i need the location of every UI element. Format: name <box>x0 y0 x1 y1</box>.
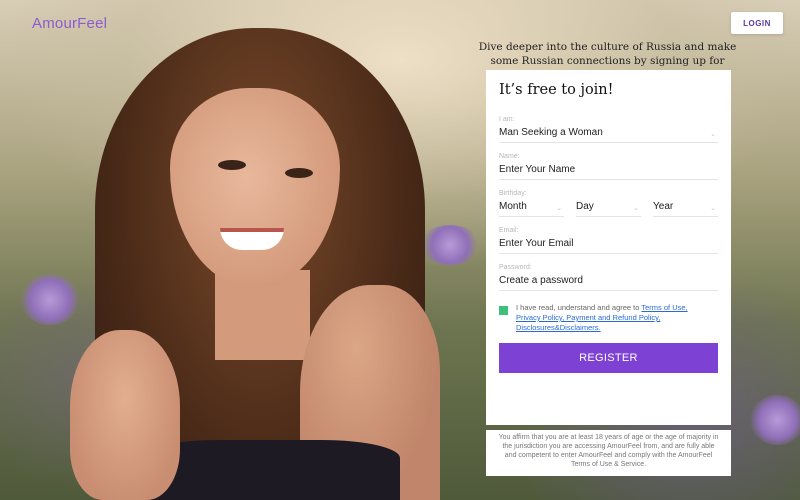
iam-select[interactable]: Man Seeking a Woman ⌄ <box>499 126 718 143</box>
birthday-year-select[interactable]: Year ⌄ <box>653 200 718 217</box>
flower-decoration <box>20 275 80 325</box>
name-input[interactable]: Enter Your Name <box>499 163 718 180</box>
disclosures-link[interactable]: Disclosures&Disclaimers. <box>516 323 601 332</box>
email-field[interactable]: Email: Enter Your Email <box>499 227 718 254</box>
iam-field[interactable]: I am: Man Seeking a Woman ⌄ <box>499 116 718 143</box>
iam-value: Man Seeking a Woman <box>499 127 603 138</box>
terms-agreement: I have read, understand and agree to Ter… <box>499 303 718 333</box>
email-label: Email: <box>499 227 519 234</box>
terms-prefix: I have read, understand and agree to <box>516 303 642 312</box>
password-input[interactable]: Create a password <box>499 274 718 291</box>
form-title: It’s free to join! <box>499 82 614 98</box>
birthday-label: Birthday: <box>499 190 527 197</box>
flower-decoration <box>420 225 480 265</box>
birthday-month-select[interactable]: Month ⌄ <box>499 200 564 217</box>
chevron-down-icon: ⌄ <box>710 205 716 212</box>
birthday-day-select[interactable]: Day ⌄ <box>576 200 641 217</box>
terms-of-use-link[interactable]: Terms of Use, <box>641 303 687 312</box>
chevron-down-icon: ⌄ <box>556 205 562 212</box>
woman-eye <box>285 168 313 178</box>
birthday-month-value: Month <box>499 201 527 212</box>
terms-text: I have read, understand and agree to Ter… <box>516 303 688 333</box>
password-field[interactable]: Password: Create a password <box>499 264 718 291</box>
register-button[interactable]: REGISTER <box>499 343 718 373</box>
chevron-down-icon: ⌄ <box>710 131 716 138</box>
woman-hand <box>70 330 180 500</box>
site-logo[interactable]: AmourFeel <box>32 15 107 32</box>
iam-label: I am: <box>499 116 515 123</box>
email-input[interactable]: Enter Your Email <box>499 237 718 254</box>
age-disclaimer: You affirm that you are at least 18 year… <box>486 430 731 476</box>
birthday-year-value: Year <box>653 201 674 212</box>
flower-decoration <box>750 395 800 445</box>
birthday-day-value: Day <box>576 201 594 212</box>
name-label: Name: <box>499 153 520 160</box>
signup-form: It’s free to join! I am: Man Seeking a W… <box>486 70 731 425</box>
terms-checkbox[interactable] <box>499 306 508 315</box>
chevron-down-icon: ⌄ <box>633 205 639 212</box>
birthday-field: Birthday: Month ⌄ Day ⌄ Year ⌄ <box>499 190 718 217</box>
password-label: Password: <box>499 264 532 271</box>
login-button[interactable]: LOGIN <box>731 12 783 34</box>
woman-eye <box>218 160 246 170</box>
privacy-policy-link[interactable]: Privacy Policy, Payment and Refund Polic… <box>516 313 660 322</box>
name-field[interactable]: Name: Enter Your Name <box>499 153 718 180</box>
